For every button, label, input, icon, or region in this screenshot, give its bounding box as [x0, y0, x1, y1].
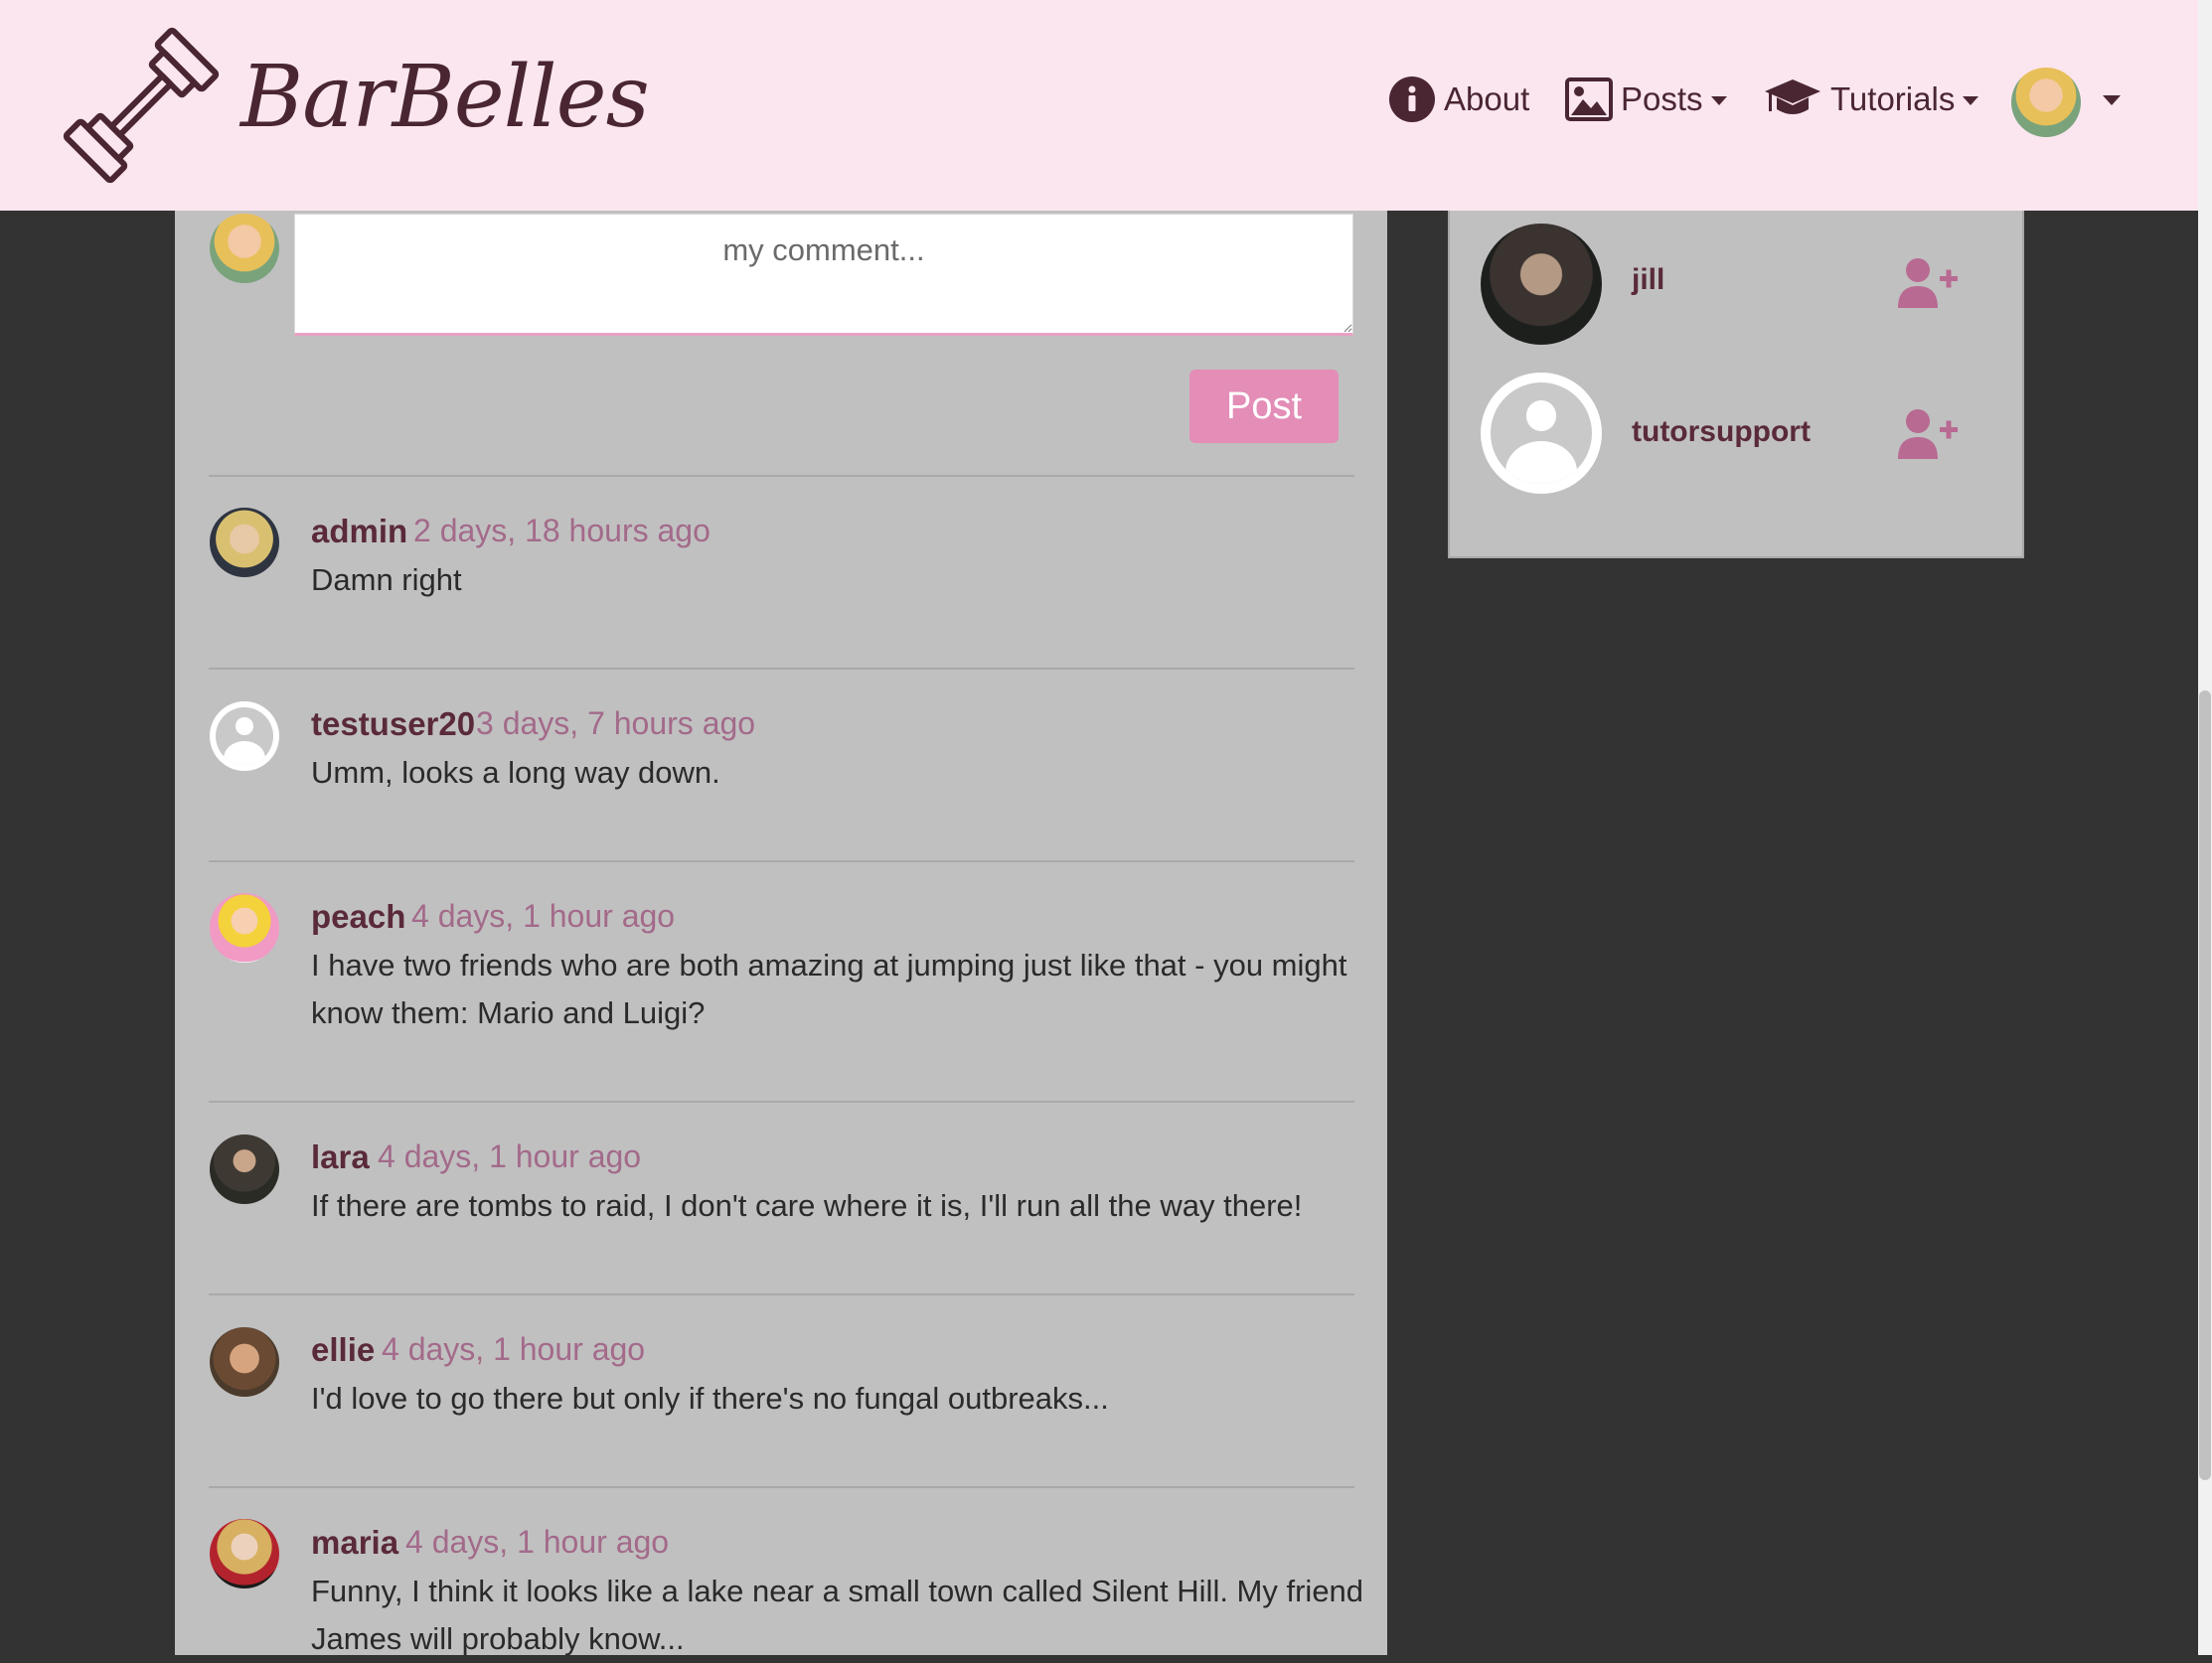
- comment-avatar[interactable]: [210, 1327, 279, 1397]
- divider: [209, 1293, 1354, 1295]
- comment-avatar[interactable]: [210, 1134, 279, 1204]
- nav-posts-label: Posts: [1621, 80, 1703, 117]
- image-icon: [1565, 77, 1613, 121]
- info-circle-icon: [1389, 76, 1435, 122]
- comment-text: Funny, I think it looks like a lake near…: [311, 1574, 1364, 1656]
- suggested-user-avatar[interactable]: [1481, 373, 1602, 494]
- divider: [209, 475, 1354, 477]
- chevron-down-icon: [1963, 95, 1979, 105]
- nav-posts-dropdown[interactable]: Posts: [1565, 70, 1727, 129]
- comment-author[interactable]: maria: [311, 1524, 398, 1562]
- comment-timestamp: 2 days, 18 hours ago: [413, 513, 711, 548]
- comment-text: Umm, looks a long way down.: [311, 755, 720, 790]
- graduation-cap-icon: [1765, 79, 1820, 114]
- barbell-icon[interactable]: [58, 22, 225, 189]
- comment-avatar[interactable]: [210, 1519, 279, 1588]
- comment-timestamp: 4 days, 1 hour ago: [405, 1524, 670, 1560]
- comment-author[interactable]: testuser20: [311, 705, 475, 743]
- user-plus-icon[interactable]: [1896, 256, 1960, 310]
- comment-input[interactable]: [294, 214, 1353, 336]
- comment-text: If there are tombs to raid, I don't care…: [311, 1188, 1303, 1223]
- comment-text: I have two friends who are both amazing …: [311, 948, 1347, 1030]
- comment-timestamp: 4 days, 1 hour ago: [411, 898, 676, 934]
- comment-author[interactable]: peach: [311, 898, 405, 936]
- comment-text: I'd love to go there but only if there's…: [311, 1381, 1109, 1416]
- page-scrollbar-thumb[interactable]: [2199, 690, 2211, 1480]
- nav-about-link[interactable]: About: [1388, 70, 1529, 129]
- divider: [209, 1101, 1354, 1103]
- chevron-down-icon[interactable]: [2103, 95, 2121, 105]
- divider: [209, 1486, 1354, 1488]
- comment-author[interactable]: ellie: [311, 1331, 375, 1369]
- comment-timestamp: 4 days, 1 hour ago: [378, 1138, 642, 1174]
- comment-timestamp: 4 days, 1 hour ago: [382, 1331, 646, 1367]
- nav-tutorials-dropdown[interactable]: Tutorials: [1763, 70, 1979, 129]
- chevron-down-icon: [1710, 95, 1727, 105]
- nav-tutorials-label: Tutorials: [1830, 80, 1956, 117]
- comment-text: Damn right: [311, 562, 462, 597]
- brand-logo-text[interactable]: BarBelles: [240, 48, 650, 147]
- nav-about-label: About: [1444, 80, 1530, 117]
- user-plus-icon[interactable]: [1896, 407, 1960, 461]
- divider: [209, 668, 1354, 670]
- divider: [209, 860, 1354, 862]
- comment-author[interactable]: lara: [311, 1138, 370, 1176]
- post-comment-button[interactable]: Post: [1189, 370, 1339, 443]
- current-user-avatar: [210, 214, 279, 283]
- comment-avatar[interactable]: [210, 508, 279, 577]
- comment-author[interactable]: admin: [311, 513, 407, 550]
- user-avatar-menu[interactable]: [2011, 68, 2081, 137]
- top-navbar: BarBelles About Posts Tutorials: [0, 0, 2198, 211]
- suggested-user-name[interactable]: tutorsupport: [1632, 415, 1811, 449]
- comment-timestamp: 3 days, 7 hours ago: [476, 705, 756, 741]
- comment-avatar[interactable]: [210, 893, 279, 963]
- suggested-user-avatar[interactable]: [1481, 224, 1602, 345]
- suggested-user-name[interactable]: jill: [1632, 263, 1664, 297]
- comment-avatar[interactable]: [210, 701, 279, 771]
